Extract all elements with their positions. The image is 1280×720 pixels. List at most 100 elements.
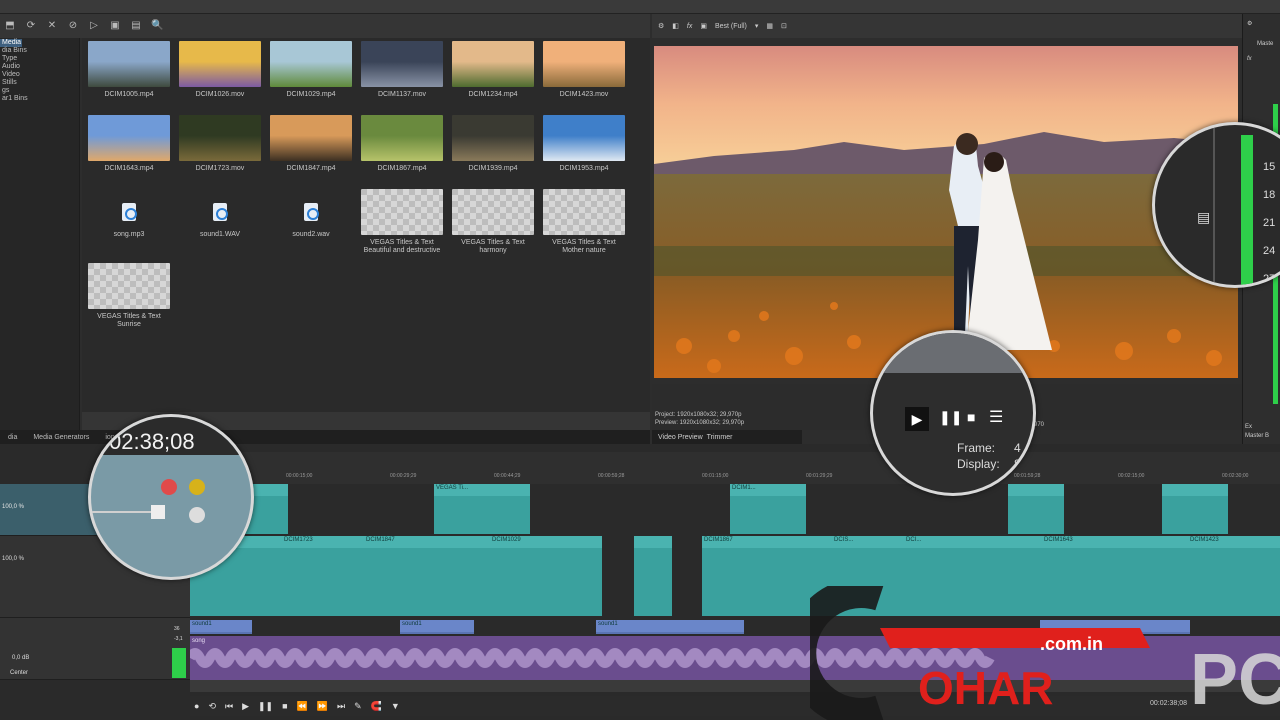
play-from-start-icon[interactable]: ⏮ (225, 701, 233, 712)
meter-mode-icon[interactable]: ▤ (1197, 209, 1210, 226)
grid-icon[interactable]: ▦ (766, 22, 773, 30)
media-item[interactable]: VEGAS Titles & Text harmony (448, 186, 538, 258)
media-item[interactable]: DCIM1867.mp4 (357, 112, 447, 184)
preview-tab[interactable]: Trimmer (707, 434, 733, 441)
media-item[interactable]: DCIM1234.mp4 (448, 38, 538, 110)
timeline-clip[interactable]: DCIM1847 (364, 536, 490, 616)
pause-icon[interactable]: ❚❚ (258, 701, 273, 712)
gear-icon[interactable]: ⚙ (1247, 20, 1252, 27)
ruler-tick-label: 00:02:15;00 (1118, 473, 1145, 479)
menu-icon[interactable]: ☰ (989, 407, 1003, 427)
timeline-clip[interactable] (1162, 484, 1228, 534)
loop-icon[interactable]: ⟲ (208, 701, 216, 712)
mute-icon[interactable] (161, 479, 177, 495)
timeline-clip[interactable]: sound1 (596, 620, 744, 634)
cut-icon[interactable]: ✕ (46, 20, 58, 32)
window-tab[interactable]: dia (0, 434, 25, 441)
timeline-clip[interactable]: DCIM1029 (490, 536, 602, 616)
media-item[interactable]: DCIM1423.mov (539, 38, 629, 110)
stop-icon[interactable]: ■ (282, 701, 287, 711)
play-icon[interactable]: ▶ (242, 701, 249, 712)
media-item[interactable]: DCIM1847.mp4 (266, 112, 356, 184)
timeline-clip[interactable]: sound1 (400, 620, 474, 634)
import-media-icon[interactable]: ⬒ (4, 20, 16, 32)
media-item[interactable]: VEGAS Titles & Text Beautiful and destru… (357, 186, 447, 258)
tree-item[interactable]: Stills (0, 79, 79, 87)
fx-icon[interactable]: fx (1247, 56, 1252, 62)
level-slider-handle[interactable] (151, 505, 165, 519)
media-item[interactable]: DCIM1953.mp4 (539, 112, 629, 184)
media-item[interactable]: VEGAS Titles & Text Mother nature (539, 186, 629, 258)
timeline-clip[interactable]: VEGAS Ti... (434, 484, 530, 534)
snap-icon[interactable]: 🧲 (371, 701, 382, 712)
media-item[interactable]: DCIM1643.mp4 (84, 112, 174, 184)
solo-icon[interactable] (189, 479, 205, 495)
timeline-clip[interactable]: DCIM1723 (282, 536, 364, 616)
copy-snapshot-icon[interactable]: ⊡ (781, 22, 787, 30)
media-item[interactable]: DCIM1026.mov (175, 38, 265, 110)
video-thumbnail (179, 41, 261, 87)
window-tab[interactable]: Media Generators (25, 434, 97, 441)
fx-icon[interactable]: fx (687, 23, 692, 30)
media-item[interactable]: DCIM1939.mp4 (448, 112, 538, 184)
gear-icon[interactable]: ⚙ (658, 22, 664, 30)
preview-tabs: Video Preview Trimmer (652, 430, 802, 444)
stop-icon[interactable]: ■ (967, 409, 975, 425)
media-item-label: VEGAS Titles & Text Sunrise (97, 313, 161, 328)
timeline-clip[interactable] (1008, 484, 1064, 534)
marker-icon[interactable]: ▼ (391, 701, 400, 711)
media-fx-icon[interactable]: ▣ (109, 20, 121, 32)
audio-file-icon (122, 203, 137, 221)
audio-track-header[interactable]: 0,0 dB Center 36 -3,1 (0, 618, 190, 680)
media-item[interactable]: VEGAS Titles & Text Sunrise (84, 260, 174, 332)
tree-item[interactable]: dia Bins (0, 47, 79, 55)
split-screen-icon[interactable]: ◧ (672, 22, 679, 30)
edit-tool-icon[interactable]: ✎ (354, 701, 362, 712)
master-bus-tab[interactable]: Master B (1245, 433, 1269, 439)
media-item[interactable]: DCIM1137.mov (357, 38, 447, 110)
pause-icon[interactable]: ❚❚ (939, 409, 962, 426)
clip-label: DCI... (906, 537, 922, 543)
tree-item[interactable]: ar1 Bins (0, 95, 79, 103)
media-item[interactable]: DCIM1029.mp4 (266, 38, 356, 110)
views-icon[interactable]: ▤ (130, 20, 142, 32)
media-item-label: sound1.WAV (199, 231, 241, 238)
audio-volume: 0,0 dB (12, 655, 30, 661)
search-icon[interactable]: 🔍 (151, 20, 163, 32)
tree-item[interactable]: Video (0, 71, 79, 79)
fx-icon[interactable] (189, 507, 205, 523)
playback-magnifier: ▶ ❚❚ ■ ☰ Frame: 4 Display: 8 (870, 330, 1036, 496)
timeline-clip[interactable]: DCIM1... (730, 484, 806, 534)
tree-item[interactable]: Audio (0, 63, 79, 71)
properties-icon[interactable]: ▷ (88, 20, 100, 32)
media-item[interactable]: DCIM1723.mov (175, 112, 265, 184)
preview-tab[interactable]: Video Preview (658, 434, 703, 441)
remove-icon[interactable]: ⊘ (67, 20, 79, 32)
timeline-clip[interactable]: sound1 (190, 620, 252, 634)
media-item-label: DCIM1939.mp4 (468, 165, 518, 172)
play-icon[interactable]: ▶ (905, 407, 929, 431)
timecode-display: 02:38;08 (109, 429, 195, 454)
quality-select[interactable]: Best (Full) (715, 23, 747, 30)
next-frame-icon[interactable]: ⏩ (317, 701, 328, 712)
tree-item[interactable]: Media (0, 39, 22, 47)
go-to-end-icon[interactable]: ⏭ (337, 701, 345, 712)
record-icon[interactable]: ● (194, 701, 199, 711)
media-item[interactable]: sound1.WAV (175, 186, 265, 258)
level-slider-track[interactable] (91, 511, 151, 513)
clip-label: sound1 (192, 621, 212, 627)
tree-item[interactable]: Type (0, 55, 79, 63)
overlay-icon[interactable]: ▣ (700, 22, 707, 30)
timeline-ruler[interactable]: 00:00:15;00 00:00:29;29 00:00:44;29 00:00:5… (190, 452, 1280, 484)
tree-item[interactable]: gs (0, 87, 79, 95)
capture-icon[interactable]: ⟳ (25, 20, 37, 32)
menu-strip (0, 0, 1280, 14)
display-label: Display: (957, 457, 1000, 471)
chevron-down-icon[interactable]: ▾ (755, 22, 759, 30)
media-item[interactable]: DCIM1005.mp4 (84, 38, 174, 110)
media-item[interactable]: song.mp3 (84, 186, 174, 258)
media-item[interactable]: sound2.wav (266, 186, 356, 258)
prev-frame-icon[interactable]: ⏪ (297, 701, 308, 712)
timeline-clip[interactable] (634, 536, 672, 616)
meter-tick: 27 (1263, 273, 1276, 285)
